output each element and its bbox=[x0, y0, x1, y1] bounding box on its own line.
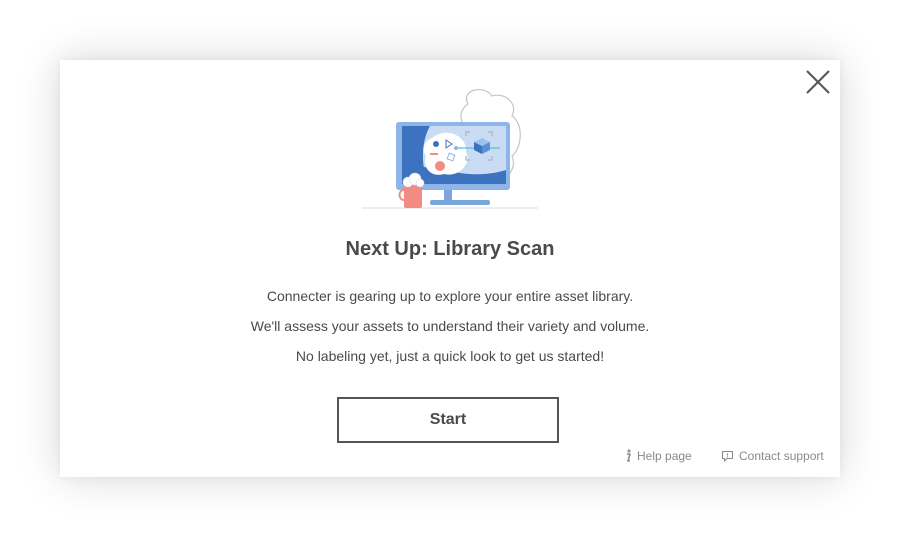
computer-scan-illustration bbox=[362, 88, 538, 209]
start-button[interactable]: Start bbox=[337, 397, 559, 443]
info-icon bbox=[624, 449, 632, 463]
contact-support-link[interactable]: Contact support bbox=[721, 449, 824, 463]
description-line-2: We'll assess your assets to understand t… bbox=[250, 318, 650, 334]
dialog-title: Next Up: Library Scan bbox=[345, 238, 555, 260]
library-scan-dialog: Next Up: Library Scan Connecter is geari… bbox=[60, 60, 840, 477]
close-button[interactable] bbox=[804, 68, 832, 96]
help-page-label: Help page bbox=[637, 449, 692, 463]
close-icon bbox=[806, 70, 830, 94]
description-line-3: No labeling yet, just a quick look to ge… bbox=[295, 348, 605, 364]
description-line-1: Connecter is gearing up to explore your … bbox=[266, 288, 634, 304]
contact-support-label: Contact support bbox=[739, 449, 824, 463]
chat-bubble-icon bbox=[721, 450, 734, 463]
help-page-link[interactable]: Help page bbox=[624, 449, 692, 463]
